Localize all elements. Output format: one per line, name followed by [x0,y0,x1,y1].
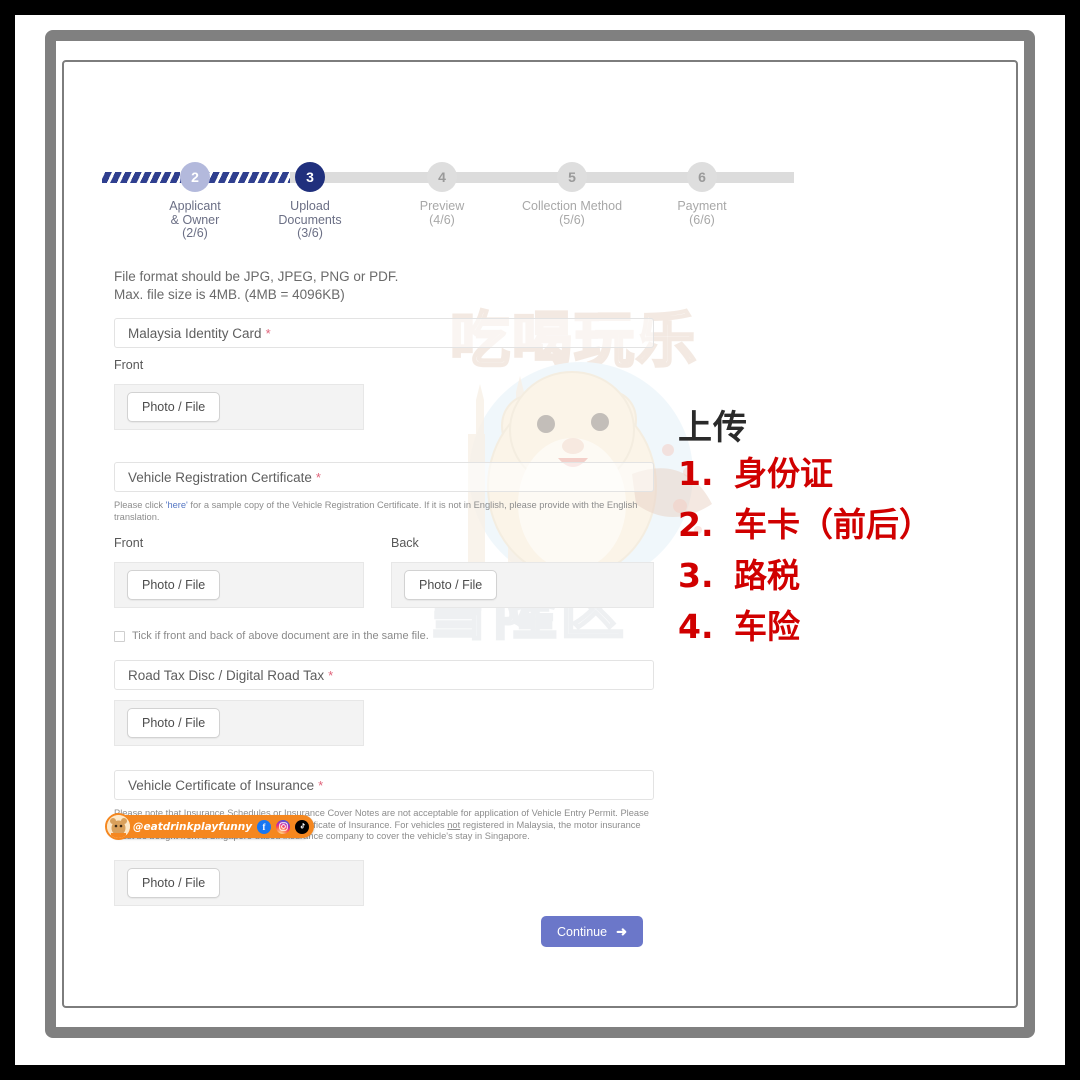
step-3-line1: Upload [290,199,330,213]
registration-back-caption: Back [391,536,419,550]
annotation-number-2: 2. [678,505,714,544]
road-tax-upload-tray[interactable]: Photo / File [114,700,364,746]
arrow-right-icon: ➜ [616,923,627,939]
insurance-label: Vehicle Certificate of Insurance [128,777,315,793]
step-5-progress: (5/6) [559,212,585,227]
identity-front-upload-tray[interactable]: Photo / File [114,384,364,430]
same-file-checkbox[interactable] [114,630,125,642]
annotation-item-2: 2. 车卡（前后） [678,499,1038,550]
progress-stepper: 2 3 4 5 6 Applicant & Owner (2/6) Upload… [102,152,802,242]
annotation-item-4: 4. 车险 [678,601,1038,652]
step-3-progress: (3/6) [297,226,323,240]
registration-required-asterisk: * [315,469,321,485]
step-label-preview: Preview (4/6) [419,199,465,227]
registration-front-photo-file-button[interactable]: Photo / File [127,570,221,600]
step-label-payment: Payment (6/6) [677,199,727,227]
step-4-progress: (4/6) [429,212,455,227]
file-size-line2: Max. file size is 4MB. (4MB = 4096KB) [114,287,345,302]
avatar [105,813,132,840]
step-3-line2: Documents [278,212,342,227]
instagram-icon[interactable] [276,819,291,834]
continue-button[interactable]: Continue ➜ [541,916,643,947]
registration-helper-pre: Please click [114,500,166,510]
road-tax-label: Road Tax Disc / Digital Road Tax [128,667,325,683]
annotation-text-2: 车卡（前后） [734,505,932,544]
social-handle-text: @eatdrinkplayfunny [133,820,253,833]
step-6-line1: Payment [677,199,727,213]
field-vehicle-registration-certificate[interactable]: Vehicle Registration Certificate * [114,462,654,492]
step-label-collection-method: Collection Method (5/6) [521,199,623,227]
stepper-dots: 2 3 4 5 6 [102,152,794,202]
annotation-item-1: 1. 身份证 [678,448,1038,499]
registration-front-upload-tray[interactable]: Photo / File [114,562,364,608]
step-6-progress: (6/6) [689,212,715,227]
annotation-number-1: 1. [678,454,714,493]
annotation-text-3: 路税 [734,556,800,595]
identity-card-label: Malaysia Identity Card [128,325,262,341]
identity-required-asterisk: * [265,325,271,341]
same-file-checkbox-row[interactable]: Tick if front and back of above document… [114,630,429,642]
file-format-note: File format should be JPG, JPEG, PNG or … [114,268,398,304]
annotation-item-3: 3. 路税 [678,550,1038,601]
registration-helper-text: Please click 'here' for a sample copy of… [114,500,654,523]
step-label-upload-documents: Upload Documents (3/6) [278,199,342,241]
step-dot-6[interactable]: 6 [687,162,717,192]
field-road-tax[interactable]: Road Tax Disc / Digital Road Tax * [114,660,654,690]
annotation-text-4: 车险 [734,607,800,646]
insurance-required-asterisk: * [318,777,324,793]
file-format-line1: File format should be JPG, JPEG, PNG or … [114,269,399,284]
road-tax-photo-file-button[interactable]: Photo / File [127,708,221,738]
step-dot-4[interactable]: 4 [427,162,457,192]
annotation-number-4: 4. [678,607,714,646]
insurance-helper-line2-post: registered in Malaysia, the [460,819,572,830]
continue-button-label: Continue [557,924,608,939]
facebook-icon[interactable]: f [257,819,272,834]
registration-label: Vehicle Registration Certificate [128,469,312,485]
step-dot-3[interactable]: 3 [295,162,325,192]
registration-back-upload-tray[interactable]: Photo / File [391,562,654,608]
insurance-photo-file-button[interactable]: Photo / File [127,868,221,898]
registration-here-link[interactable]: 'here' [166,500,188,510]
annotation-text-1: 身份证 [734,454,833,493]
field-malaysia-identity-card[interactable]: Malaysia Identity Card * [114,318,654,348]
road-tax-required-asterisk: * [328,667,334,683]
registration-front-caption: Front [114,536,144,550]
step-2-line2: & Owner [170,212,220,227]
field-vehicle-certificate-of-insurance[interactable]: Vehicle Certificate of Insurance * [114,770,654,800]
tiktok-icon[interactable] [295,819,310,834]
step-2-line1: Applicant [169,199,221,213]
identity-front-caption: Front [114,358,144,372]
step-4-line1: Preview [419,199,465,213]
step-2-progress: (2/6) [182,226,208,240]
step-5-line1: Collection Method [521,199,623,213]
annotation-number-3: 3. [678,556,714,595]
same-file-checkbox-label: Tick if front and back of above document… [132,630,429,642]
social-watermark-badge: @eatdrinkplayfunny f [105,813,315,840]
identity-front-photo-file-button[interactable]: Photo / File [127,392,221,422]
insurance-helper-not-emphasis: not [447,819,461,830]
registration-back-photo-file-button[interactable]: Photo / File [404,570,498,600]
stepper-labels: Applicant & Owner (2/6) Upload Documents… [102,199,802,246]
insurance-upload-tray[interactable]: Photo / File [114,860,364,906]
annotation-title: 上传 [678,408,748,448]
chinese-annotation: 上传 1. 身份证 2. 车卡（前后） 3. 路税 4. 车险 [678,408,1038,652]
registration-helper-post: for a sample copy of the Vehicle Registr… [114,500,638,522]
step-dot-5[interactable]: 5 [557,162,587,192]
step-label-applicant-owner: Applicant & Owner (2/6) [169,199,221,241]
step-dot-2[interactable]: 2 [180,162,210,192]
